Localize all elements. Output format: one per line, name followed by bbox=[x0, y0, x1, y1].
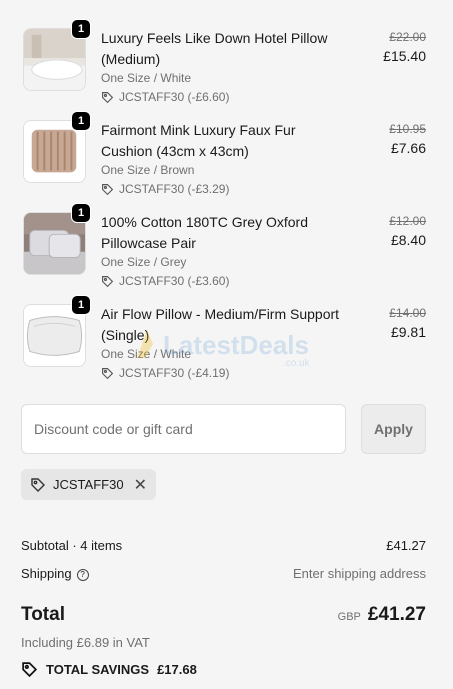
remove-code-icon[interactable]: ✕ bbox=[134, 475, 147, 495]
product-title: Luxury Feels Like Down Hotel Pillow (Med… bbox=[101, 30, 328, 67]
original-price: £12.00 bbox=[389, 214, 426, 228]
vat-row: Including £6.89 in VAT bbox=[21, 635, 426, 650]
discounted-price: £15.40 bbox=[383, 48, 426, 64]
discount-code-label: JCSTAFF30 (-£4.19) bbox=[119, 366, 230, 380]
product-title: Air Flow Pillow - Medium/Firm Support (S… bbox=[101, 306, 340, 343]
shipping-value: Enter shipping address bbox=[293, 566, 426, 581]
tag-icon bbox=[102, 275, 114, 287]
discounted-price: £7.66 bbox=[390, 140, 426, 156]
shipping-label-group: Shipping? bbox=[21, 566, 89, 581]
applied-discount: JCSTAFF30 (-£3.29) bbox=[101, 182, 229, 196]
product-variant: One Size / Grey bbox=[101, 255, 187, 269]
apply-button[interactable]: Apply bbox=[361, 404, 426, 454]
total-amount: GBP £41.27 bbox=[338, 604, 426, 626]
quantity-badge: 1 bbox=[71, 203, 91, 223]
savings-label: TOTAL SAVINGS bbox=[46, 662, 150, 677]
subtotal-row: Subtotal · 4 items £41.27 bbox=[21, 538, 426, 553]
tag-icon bbox=[102, 367, 114, 379]
tag-icon bbox=[31, 477, 45, 492]
tag-icon bbox=[102, 91, 114, 103]
quantity-badge: 1 bbox=[71, 295, 91, 315]
applied-discount: JCSTAFF30 (-£4.19) bbox=[101, 366, 229, 380]
line-item: 1 100% Cotton 180TC Grey Oxford Pillowca… bbox=[21, 203, 426, 288]
tag-icon bbox=[22, 662, 38, 678]
product-title: 100% Cotton 180TC Grey Oxford Pillowcase… bbox=[101, 214, 308, 251]
original-price: £22.00 bbox=[389, 30, 426, 44]
subtotal-value: £41.27 bbox=[386, 538, 426, 553]
currency-code: GBP bbox=[337, 611, 361, 623]
line-item: 1 Fairmont Mink Luxury Faux Fur Cushion … bbox=[21, 111, 426, 196]
quantity-badge: 1 bbox=[71, 19, 91, 39]
line-item: 1 Air Flow Pillow - Medium/Firm Support … bbox=[21, 295, 426, 380]
original-price: £10.95 bbox=[389, 122, 426, 136]
original-price: £14.00 bbox=[389, 306, 426, 320]
discounted-price: £9.81 bbox=[390, 324, 426, 340]
total-savings: TOTAL SAVINGS £17.68 bbox=[21, 661, 197, 678]
discount-form: Apply bbox=[21, 404, 426, 454]
savings-value: £17.68 bbox=[157, 662, 197, 677]
product-variant: One Size / White bbox=[101, 347, 192, 361]
shipping-label: Shipping bbox=[21, 566, 72, 581]
discounted-price: £8.40 bbox=[390, 232, 426, 248]
vat-note: Including £6.89 in VAT bbox=[21, 635, 150, 650]
shipping-row: Shipping? Enter shipping address bbox=[21, 566, 426, 581]
applied-discount: JCSTAFF30 (-£3.60) bbox=[101, 274, 229, 288]
discount-code-input[interactable] bbox=[21, 404, 346, 454]
line-item: 1 Luxury Feels Like Down Hotel Pillow (M… bbox=[21, 19, 426, 104]
product-variant: One Size / White bbox=[101, 71, 192, 85]
subtotal-label: Subtotal · 4 items bbox=[21, 538, 123, 553]
discount-code-label: JCSTAFF30 (-£3.29) bbox=[119, 182, 230, 196]
product-title: Fairmont Mink Luxury Faux Fur Cushion (4… bbox=[101, 122, 296, 159]
discount-code-label: JCSTAFF30 (-£6.60) bbox=[119, 90, 230, 104]
help-icon[interactable]: ? bbox=[76, 568, 89, 581]
applied-discount: JCSTAFF30 (-£6.60) bbox=[101, 90, 229, 104]
total-label: Total bbox=[21, 604, 65, 625]
applied-code-chip: JCSTAFF30 ✕ bbox=[21, 469, 156, 500]
quantity-badge: 1 bbox=[71, 111, 91, 131]
discount-code-label: JCSTAFF30 (-£3.60) bbox=[119, 274, 230, 288]
total-value: £41.27 bbox=[367, 604, 426, 625]
applied-code-label: JCSTAFF30 bbox=[53, 477, 124, 492]
tag-icon bbox=[102, 183, 114, 195]
total-row: Total GBP £41.27 bbox=[21, 604, 426, 626]
product-variant: One Size / Brown bbox=[101, 163, 195, 177]
